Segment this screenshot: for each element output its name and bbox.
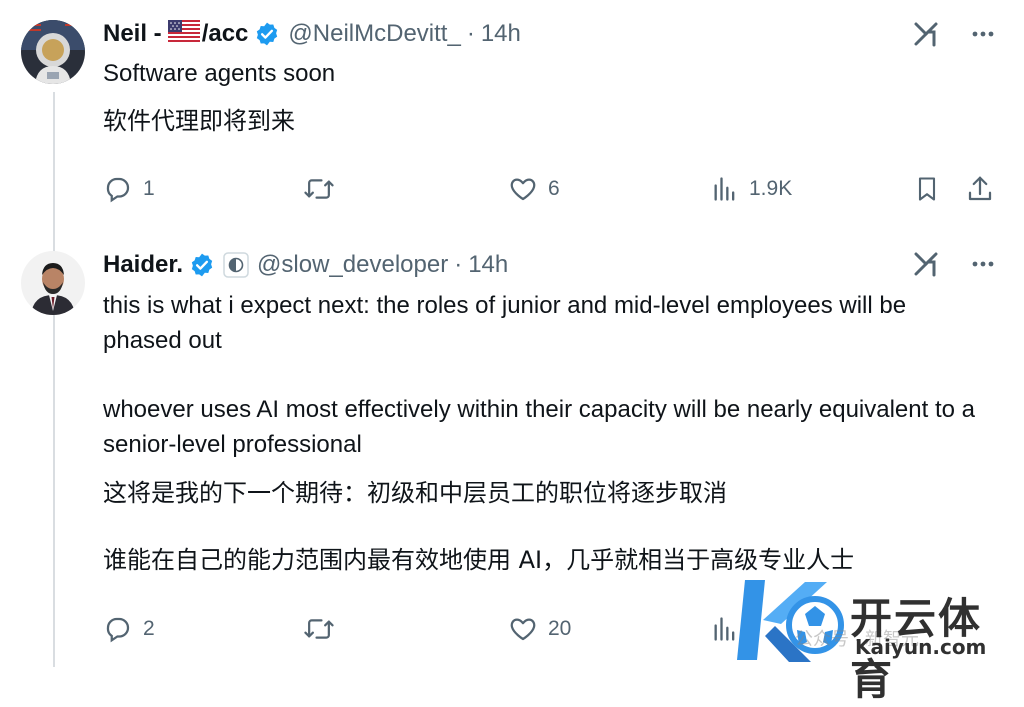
brand-watermark: 公众号 · 新智元 开云体育 Kaiyun.com (735, 570, 1024, 704)
share-icon (965, 174, 995, 204)
retweet-button[interactable] (303, 174, 345, 204)
bookmark-button[interactable] (913, 174, 941, 204)
reply-button[interactable]: 2 (103, 614, 155, 644)
more-options-icon[interactable] (970, 21, 996, 47)
tweet-top-actions (912, 250, 996, 278)
affiliate-badge-icon[interactable] (223, 252, 249, 278)
like-count: 20 (548, 617, 572, 640)
like-button[interactable]: 6 (508, 174, 560, 204)
like-count: 6 (548, 177, 560, 200)
display-name[interactable]: Haider. (103, 251, 183, 279)
tweet-text-en: Software agents soon (103, 60, 336, 87)
bookmark-icon (913, 174, 941, 204)
verified-badge-icon (189, 252, 215, 278)
tweet-header: Haider. @slow_developer · 14h (103, 249, 508, 281)
share-button[interactable] (965, 174, 995, 204)
timestamp[interactable]: 14h (468, 251, 508, 279)
tweet-top-actions (912, 20, 996, 48)
handle[interactable]: @slow_developer (257, 251, 448, 279)
avatar-haider[interactable] (21, 251, 85, 315)
retweet-icon (303, 614, 335, 644)
reply-icon (103, 614, 133, 644)
tweet-text-cn: 软件代理即将到来 (103, 107, 295, 135)
tweet-neil: Neil - /acc @NeilMcDevitt_ · 14h Softwar… (0, 0, 1024, 240)
us-flag-icon (167, 19, 200, 49)
grok-icon[interactable] (912, 20, 940, 48)
verified-badge-icon (254, 21, 280, 47)
reply-count: 1 (143, 177, 155, 200)
reply-count: 2 (143, 617, 155, 640)
tweet-text-en-para1: this is what i expect next: the roles of… (103, 292, 907, 354)
avatar-neil[interactable] (21, 20, 85, 84)
retweet-button[interactable] (303, 614, 345, 644)
view-count: 1.9K (749, 177, 793, 200)
heart-icon (508, 174, 538, 204)
views-button[interactable]: 1.9K (711, 174, 792, 204)
timestamp[interactable]: 14h (481, 20, 521, 48)
like-button[interactable]: 20 (508, 614, 571, 644)
display-name[interactable]: Neil - (103, 20, 162, 48)
more-options-icon[interactable] (970, 251, 996, 277)
tweet-header: Neil - /acc @NeilMcDevitt_ · 14h (103, 18, 521, 50)
kaiyun-logo-icon (737, 580, 844, 662)
separator-dot: · (454, 251, 463, 278)
display-name-suffix[interactable]: /acc (202, 20, 249, 48)
watermark-brand-en: Kaiyun.com (855, 635, 987, 659)
tweet-actions: 1 6 1.9K (103, 174, 1003, 206)
reply-icon (103, 174, 133, 204)
handle[interactable]: @NeilMcDevitt_ (288, 20, 460, 48)
heart-icon (508, 614, 538, 644)
tweet-text-en-para2: whoever uses AI most effectively within … (103, 396, 975, 458)
views-chart-icon (711, 174, 739, 204)
tweet-text-cn-para1: 这将是我的下一个期待：初级和中层员工的职位将逐步取消 (103, 479, 727, 507)
grok-icon[interactable] (912, 250, 940, 278)
separator-dot: · (466, 20, 475, 47)
reply-button[interactable]: 1 (103, 174, 155, 204)
retweet-icon (303, 174, 335, 204)
